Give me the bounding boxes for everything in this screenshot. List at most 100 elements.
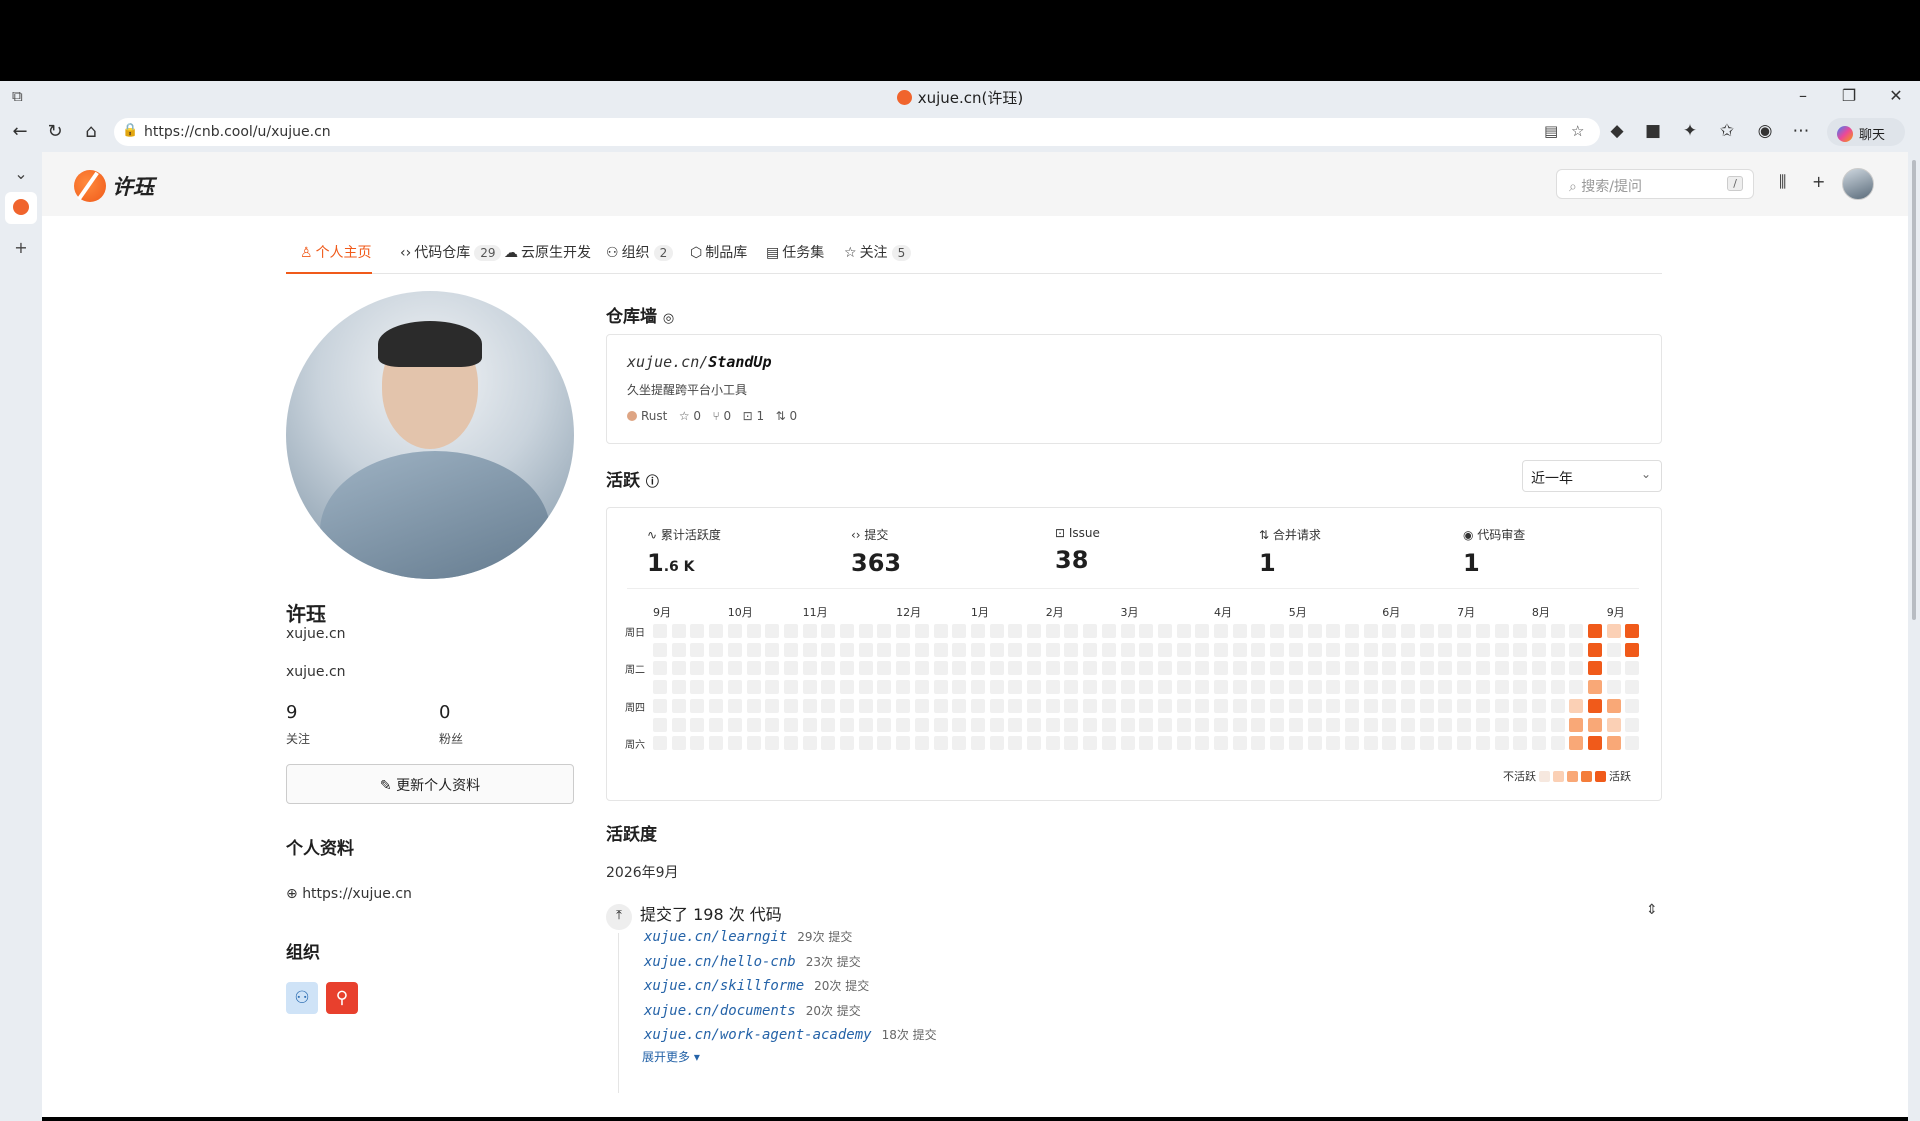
heatmap-cell[interactable] (1064, 698, 1079, 713)
heatmap-cell[interactable] (671, 717, 686, 732)
heatmap-cell[interactable] (914, 642, 929, 657)
heatmap-cell[interactable] (1475, 642, 1490, 657)
heatmap-cell[interactable] (1157, 698, 1172, 713)
heatmap-cell[interactable] (690, 698, 705, 713)
heatmap-cell[interactable] (1363, 698, 1378, 713)
extension-icon[interactable]: ■ (1642, 121, 1664, 141)
heatmap-cell[interactable] (989, 642, 1004, 657)
heatmap-cell[interactable] (1270, 736, 1285, 751)
heatmap-cell[interactable] (1288, 642, 1303, 657)
heatmap-cell[interactable] (1270, 661, 1285, 676)
heatmap-cell[interactable] (952, 624, 967, 638)
heatmap-cell[interactable] (1363, 624, 1378, 638)
heatmap-cell[interactable] (765, 642, 780, 657)
heatmap-cell[interactable] (1176, 736, 1191, 751)
heatmap-cell[interactable] (1232, 736, 1247, 751)
heatmap-cell[interactable] (671, 624, 686, 638)
heatmap-cell[interactable] (653, 624, 667, 638)
heatmap-cell[interactable] (1139, 736, 1154, 751)
heatmap-cell[interactable] (1550, 736, 1565, 751)
heatmap-cell[interactable] (1438, 642, 1453, 657)
heatmap-cell[interactable] (1214, 717, 1228, 732)
tab-1[interactable]: ‹› 代码仓库 29 (386, 242, 502, 274)
heatmap-cell[interactable] (933, 698, 948, 713)
heatmap-cell[interactable] (1045, 642, 1060, 657)
heatmap-cell[interactable] (783, 717, 798, 732)
heatmap-cell[interactable] (671, 642, 686, 657)
heatmap-cell[interactable] (709, 642, 724, 657)
heatmap-cell[interactable] (1606, 680, 1621, 695)
heatmap-cell[interactable] (746, 698, 761, 713)
heatmap-cell[interactable] (783, 736, 798, 751)
website-link[interactable]: ⊕ https://xujue.cn (286, 886, 412, 902)
heatmap-cell[interactable] (914, 717, 929, 732)
heatmap-cell[interactable] (727, 717, 742, 732)
heatmap-cell[interactable] (989, 624, 1004, 638)
heatmap-cell[interactable] (896, 624, 911, 638)
heatmap-cell[interactable] (821, 698, 836, 713)
heatmap-cell[interactable] (896, 661, 911, 676)
list-item[interactable]: xujue.cn/skillforme 20次 提交 (644, 977, 869, 994)
heatmap-cell[interactable] (1326, 736, 1341, 751)
heatmap-cell[interactable] (1382, 698, 1397, 713)
heatmap-cell[interactable] (709, 736, 724, 751)
heatmap-cell[interactable] (1027, 698, 1041, 713)
chat-button[interactable]: 聊天 (1827, 118, 1905, 146)
heatmap-cell[interactable] (1475, 698, 1490, 713)
heatmap-cell[interactable] (653, 680, 667, 695)
refresh-icon[interactable]: ↻ (44, 121, 66, 142)
heatmap-cell[interactable] (1064, 717, 1079, 732)
heatmap-cell[interactable] (1083, 736, 1098, 751)
heatmap-cell[interactable] (1176, 624, 1191, 638)
heatmap-cell[interactable] (1494, 624, 1509, 638)
heatmap-cell[interactable] (1139, 698, 1154, 713)
heatmap-cell[interactable] (765, 717, 780, 732)
heatmap-cell[interactable] (1513, 642, 1528, 657)
heatmap-cell[interactable] (653, 661, 667, 676)
heatmap-cell[interactable] (1513, 680, 1528, 695)
heatmap-cell[interactable] (821, 642, 836, 657)
heatmap-cell[interactable] (727, 736, 742, 751)
heatmap-cell[interactable] (1550, 717, 1565, 732)
heatmap-cell[interactable] (783, 661, 798, 676)
heatmap-cell[interactable] (1008, 624, 1023, 638)
heatmap-cell[interactable] (1606, 661, 1621, 676)
heatmap-cell[interactable] (727, 624, 742, 638)
heatmap-cell[interactable] (1531, 736, 1546, 751)
favorite-star-icon[interactable]: ☆ (1571, 122, 1584, 140)
heatmap-cell[interactable] (1064, 624, 1079, 638)
heatmap-cell[interactable] (858, 642, 873, 657)
heatmap-cell[interactable] (1288, 717, 1303, 732)
heatmap-cell[interactable] (821, 717, 836, 732)
heatmap-cell[interactable] (1027, 717, 1041, 732)
heatmap-cell[interactable] (1625, 680, 1640, 695)
heatmap-cell[interactable] (1008, 661, 1023, 676)
heatmap-cell[interactable] (1606, 717, 1621, 732)
add-icon[interactable]: + (1812, 172, 1825, 191)
heatmap-cell[interactable] (1288, 736, 1303, 751)
heatmap-cell[interactable] (1531, 661, 1546, 676)
heatmap-cell[interactable] (1120, 736, 1135, 751)
tab-0[interactable]: ♙ 个人主页 (286, 242, 372, 274)
heatmap-cell[interactable] (840, 680, 854, 695)
heatmap-cell[interactable] (765, 680, 780, 695)
heatmap-cell[interactable] (765, 624, 780, 638)
extension-icon[interactable]: ◆ (1606, 121, 1628, 141)
heatmap-cell[interactable] (1214, 698, 1228, 713)
heatmap-cell[interactable] (1027, 642, 1041, 657)
heatmap-cell[interactable] (1625, 661, 1640, 676)
heatmap-cell[interactable] (1457, 661, 1472, 676)
heatmap-cell[interactable] (1531, 717, 1546, 732)
heatmap-cell[interactable] (1457, 736, 1472, 751)
heatmap-cell[interactable] (821, 736, 836, 751)
heatmap-cell[interactable] (1588, 698, 1602, 713)
header-avatar[interactable] (1842, 168, 1874, 200)
more-icon[interactable]: ⋯ (1790, 121, 1812, 141)
heatmap-cell[interactable] (690, 624, 705, 638)
back-icon[interactable]: ← (9, 121, 31, 142)
heatmap-cell[interactable] (1101, 661, 1116, 676)
heatmap-cell[interactable] (1083, 661, 1098, 676)
heatmap-cell[interactable] (1083, 698, 1098, 713)
heatmap-cell[interactable] (1344, 717, 1359, 732)
heatmap-cell[interactable] (783, 680, 798, 695)
